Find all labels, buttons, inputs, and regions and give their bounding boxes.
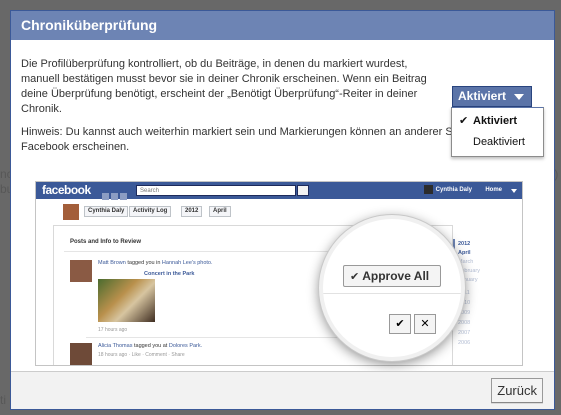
- checkmark-icon: ✔: [459, 115, 469, 127]
- story-headline: Alicia Thomas tagged you at Dolores Park…: [98, 343, 203, 349]
- preview-user-link: Cynthia Daly: [423, 185, 472, 196]
- timeline-year: 2012: [458, 241, 471, 247]
- dialog-body: Die Profilüberprüfung kontrolliert, ob d…: [11, 40, 554, 372]
- approve-all-button: ✔ Approve All: [343, 265, 441, 287]
- story-meta: 18 hours ago · Like · Comment · Share: [98, 352, 185, 358]
- timeline-month: April: [458, 250, 471, 256]
- background-text-fragment: ti: [0, 393, 6, 407]
- avatar: [70, 260, 92, 282]
- preview-year-button: 2012: [181, 206, 203, 217]
- timeline-review-dialog: Chroniküberprüfung Die Profilüberprüfung…: [10, 10, 555, 410]
- status-dropdown-button[interactable]: Aktiviert: [452, 86, 532, 107]
- notification-icons: [102, 187, 132, 200]
- story-headline: Matt Brown tagged you in Hannah Lee's ph…: [98, 260, 213, 266]
- panel-title: Posts and Info to Review: [70, 239, 142, 245]
- dialog-footer: Zurück: [11, 371, 554, 409]
- dialog-title: Chroniküberprüfung: [10, 10, 555, 40]
- menu-item-label: Deaktiviert: [473, 136, 525, 148]
- hint-line: Hinweis: Du kannst auch weiterhin markie…: [21, 126, 453, 138]
- avatar: [423, 185, 433, 194]
- facebook-logo: facebook: [42, 183, 91, 197]
- story-link: Concert in the Park: [144, 271, 195, 277]
- tagged-photo: [98, 279, 155, 322]
- approve-check-icon: ✔: [389, 314, 411, 334]
- checkmark-icon: ✔: [350, 271, 360, 283]
- menu-item-label: Aktiviert: [473, 115, 518, 127]
- timeline-year: 2007: [458, 330, 471, 336]
- search-icon: [297, 185, 309, 196]
- reject-x-icon: ✕: [414, 314, 436, 334]
- preview-search-input: Search: [136, 185, 296, 196]
- avatar: [63, 204, 79, 220]
- preview-activity-log-button: Activity Log: [129, 206, 172, 217]
- story-timestamp: 17 hours ago: [98, 327, 128, 333]
- divider: [323, 293, 461, 294]
- status-button-label: Aktiviert: [458, 89, 507, 103]
- status-menu: ✔ Aktiviert Deaktiviert: [451, 107, 544, 157]
- preview-month-button: April: [209, 206, 231, 217]
- preview-name-button: Cynthia Daly: [84, 206, 129, 217]
- back-button[interactable]: Zurück: [491, 378, 543, 403]
- timeline-year: 2006: [458, 340, 471, 346]
- caret-down-icon: [514, 94, 524, 100]
- description-text: Die Profilüberprüfung kontrolliert, ob d…: [21, 58, 427, 115]
- preview-header-bar: facebook Search Cynthia Daly Home: [36, 182, 522, 200]
- caret-down-icon: [511, 189, 517, 193]
- menu-item-enabled[interactable]: ✔ Aktiviert: [452, 111, 543, 132]
- timeline-year: 2008: [458, 320, 471, 326]
- magnifier-callout: ✔ Approve All ✔ ✕: [319, 215, 465, 361]
- menu-item-disabled[interactable]: Deaktiviert: [452, 132, 543, 153]
- avatar: [70, 343, 92, 365]
- preview-home-link: Home: [485, 187, 502, 193]
